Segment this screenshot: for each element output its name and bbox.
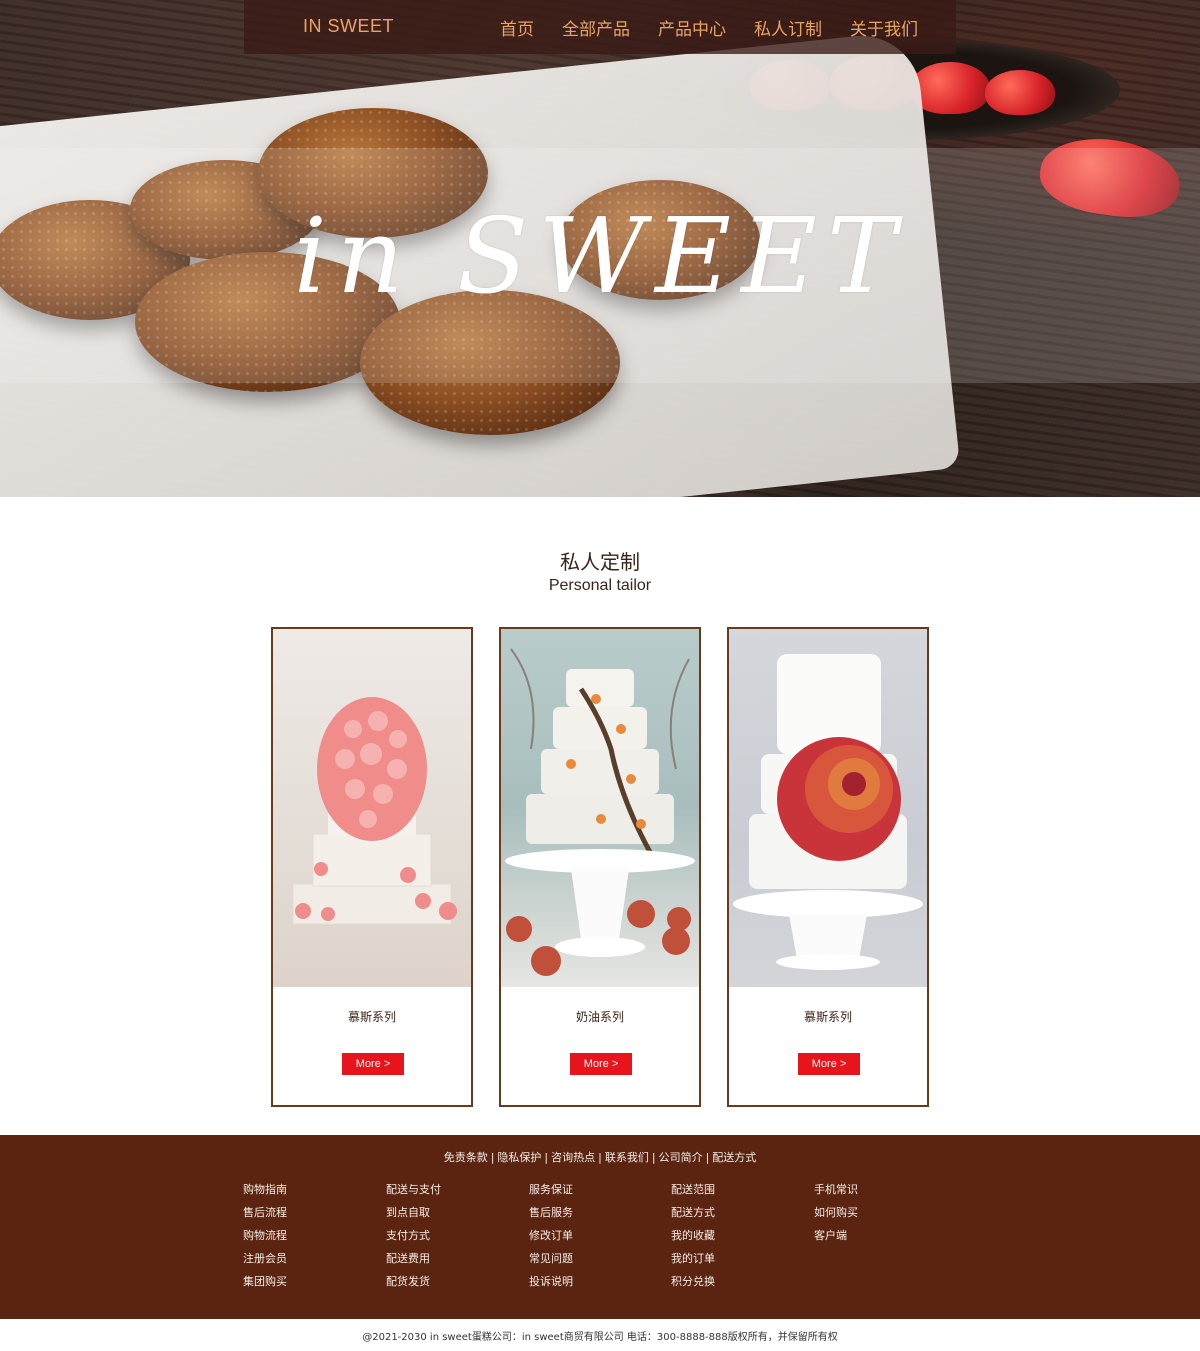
more-button[interactable]: More > bbox=[342, 1053, 404, 1075]
section-title: 私人定制 bbox=[560, 550, 640, 574]
rose-cake-image bbox=[273, 629, 471, 987]
footer-item[interactable]: 配送方式 bbox=[671, 1206, 791, 1229]
card-title: 慕斯系列 bbox=[347, 1010, 396, 1024]
footer-column: 购物指南 售后流程 购物流程 注册会员 集团购买 bbox=[243, 1183, 363, 1298]
copyright-text: @2021-2030 in sweet蛋糕公司：in sweet商贸有限公司 电… bbox=[362, 1332, 838, 1343]
footer-link-hotline[interactable]: 咨询热点 bbox=[551, 1151, 595, 1164]
footer-item[interactable]: 注册会员 bbox=[243, 1252, 363, 1275]
footer-item[interactable]: 购物流程 bbox=[243, 1229, 363, 1252]
footer-column: 服务保证 售后服务 修改订单 常见问题 投诉说明 bbox=[529, 1183, 649, 1298]
footer-item[interactable]: 客户端 bbox=[814, 1229, 934, 1252]
nav-item-home[interactable]: 首页 bbox=[500, 15, 534, 40]
footer-link-delivery[interactable]: 配送方式 bbox=[712, 1151, 756, 1164]
footer-item[interactable]: 配送与支付 bbox=[386, 1183, 506, 1206]
section-subtitle: Personal tailor bbox=[548, 577, 652, 594]
footer-item[interactable]: 服务保证 bbox=[529, 1183, 649, 1206]
footer-item[interactable]: 购物指南 bbox=[243, 1183, 363, 1206]
more-button[interactable]: More > bbox=[798, 1053, 860, 1075]
footer-item[interactable]: 手机常识 bbox=[814, 1183, 934, 1206]
hero-banner: in SWEET bbox=[0, 0, 1200, 497]
footer-links: 免责条款 | 隐私保护 | 咨询热点 | 联系我们 | 公司简介 | 配送方式 bbox=[443, 1151, 757, 1164]
flower-cake-image bbox=[729, 629, 927, 987]
strawberry-image bbox=[985, 70, 1055, 115]
site-footer: 免责条款 | 隐私保护 | 咨询热点 | 联系我们 | 公司简介 | 配送方式 购物指南 售后流程 … bbox=[0, 1135, 1200, 1319]
nav-item-product-center[interactable]: 产品中心 bbox=[658, 15, 726, 40]
footer-column: 手机常识 如何购买 客户端 bbox=[814, 1183, 934, 1252]
footer-item[interactable]: 如何购买 bbox=[814, 1206, 934, 1229]
product-card: 奶油系列 More > bbox=[499, 627, 701, 1107]
footer-item[interactable]: 常见问题 bbox=[529, 1252, 649, 1275]
footer-column: 配送与支付 到点自取 支付方式 配送费用 配货发货 bbox=[386, 1183, 506, 1298]
brand-logo[interactable]: IN SWEET bbox=[303, 16, 394, 37]
top-navbar: IN SWEET 首页 全部产品 产品中心 私人订制 关于我们 bbox=[244, 0, 956, 54]
more-button[interactable]: More > bbox=[570, 1053, 632, 1075]
footer-item[interactable]: 到点自取 bbox=[386, 1206, 506, 1229]
footer-item[interactable]: 配货发货 bbox=[386, 1275, 506, 1298]
hero-title: in SWEET bbox=[293, 195, 907, 317]
card-title: 慕斯系列 bbox=[803, 1010, 852, 1024]
nav-item-about-us[interactable]: 关于我们 bbox=[850, 15, 918, 40]
footer-item[interactable]: 支付方式 bbox=[386, 1229, 506, 1252]
nav-menu: 首页 全部产品 产品中心 私人订制 关于我们 bbox=[500, 15, 946, 40]
footer-item[interactable]: 我的收藏 bbox=[671, 1229, 791, 1252]
footer-link-contact[interactable]: 联系我们 bbox=[605, 1151, 649, 1164]
nav-item-all-products[interactable]: 全部产品 bbox=[562, 15, 630, 40]
footer-link-privacy[interactable]: 隐私保护 bbox=[497, 1151, 541, 1164]
footer-link-company[interactable]: 公司简介 bbox=[659, 1151, 703, 1164]
product-card: 慕斯系列 More > bbox=[727, 627, 929, 1107]
footer-item[interactable]: 我的订单 bbox=[671, 1252, 791, 1275]
footer-item[interactable]: 售后流程 bbox=[243, 1206, 363, 1229]
product-card: 慕斯系列 More > bbox=[271, 627, 473, 1107]
footer-item[interactable]: 配送费用 bbox=[386, 1252, 506, 1275]
footer-link-disclaimer[interactable]: 免责条款 bbox=[444, 1151, 488, 1164]
tree-cake-image bbox=[501, 629, 699, 987]
footer-item[interactable]: 集团购买 bbox=[243, 1275, 363, 1298]
footer-item[interactable]: 配送范围 bbox=[671, 1183, 791, 1206]
footer-item[interactable]: 积分兑换 bbox=[671, 1275, 791, 1298]
footer-item[interactable]: 投诉说明 bbox=[529, 1275, 649, 1298]
footer-item[interactable]: 修改订单 bbox=[529, 1229, 649, 1252]
footer-item[interactable]: 售后服务 bbox=[529, 1206, 649, 1229]
card-title: 奶油系列 bbox=[575, 1010, 624, 1024]
footer-column: 配送范围 配送方式 我的收藏 我的订单 积分兑换 bbox=[671, 1183, 791, 1298]
nav-item-custom-order[interactable]: 私人订制 bbox=[754, 15, 822, 40]
